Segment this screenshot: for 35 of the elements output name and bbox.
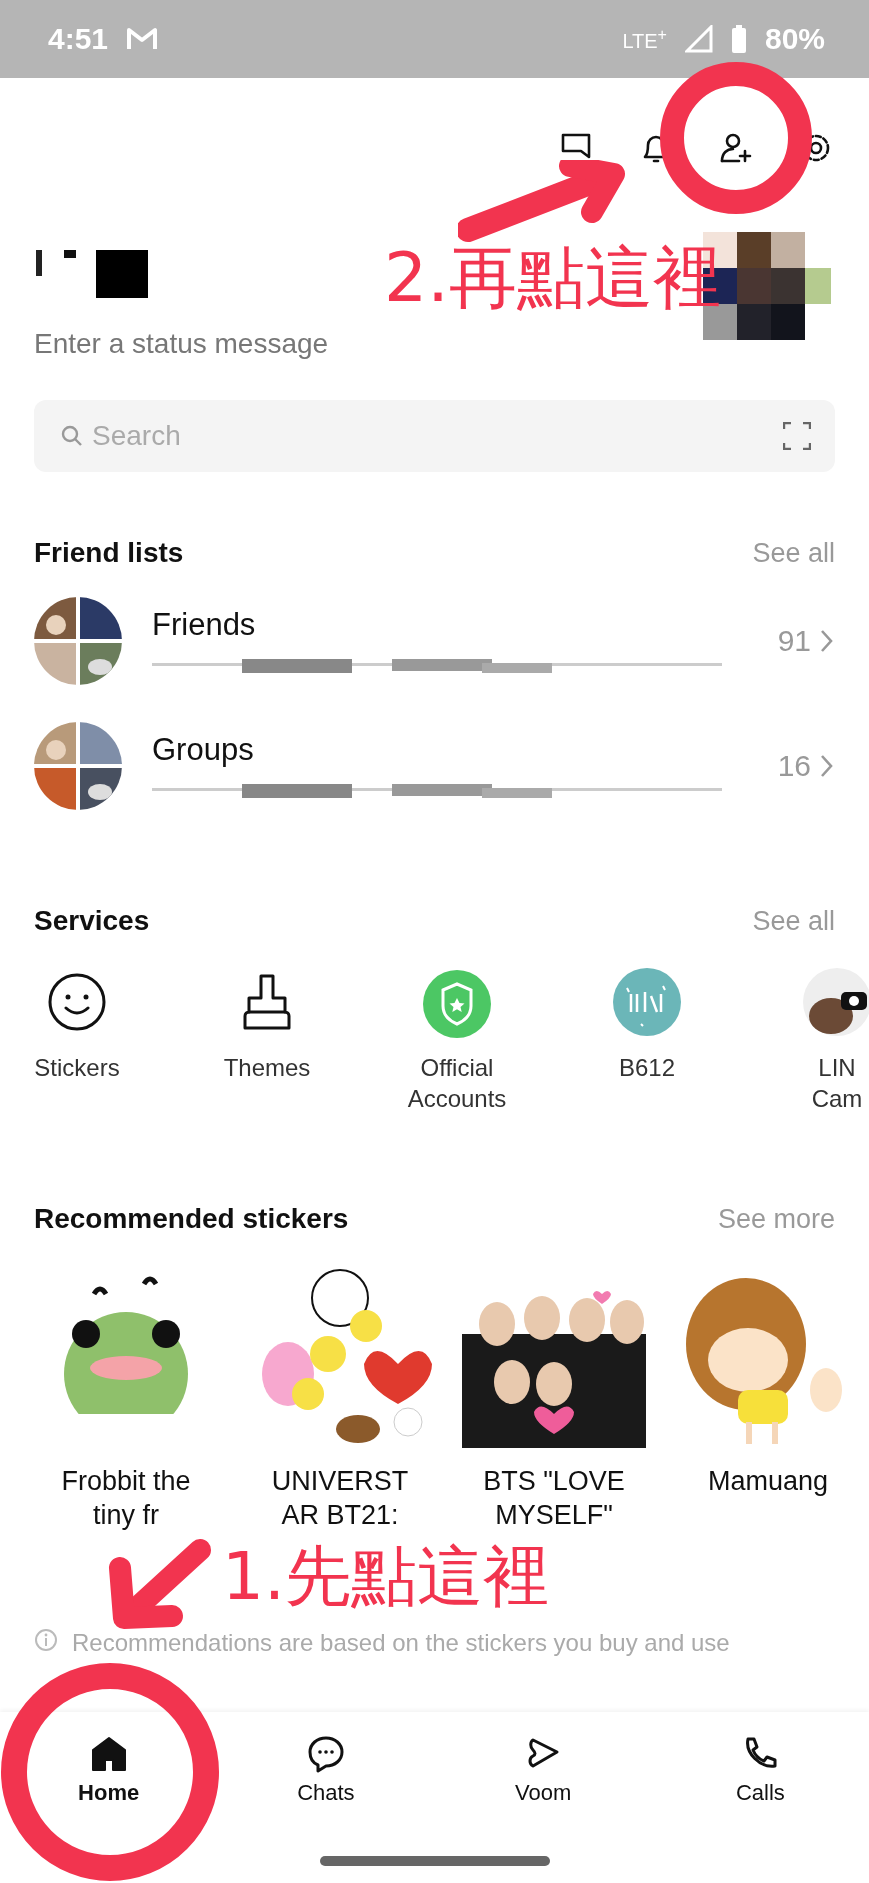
search-icon bbox=[60, 424, 84, 448]
info-note: Recommendations are based on the stickers you buy and use bbox=[72, 1628, 730, 1658]
chevron-icon[interactable] bbox=[819, 753, 835, 778]
annotation-text: 1.先點這裡 bbox=[222, 1544, 549, 1610]
add-friend-icon[interactable] bbox=[719, 131, 753, 165]
service-label[interactable]: Stickers bbox=[34, 1052, 120, 1083]
service-label[interactable]: B612 bbox=[618, 1052, 676, 1083]
sticker-name[interactable]: Frobbit the tiny fr bbox=[61, 1464, 191, 1532]
nav-tab[interactable]: Voom bbox=[434, 1734, 652, 1806]
battery-icon bbox=[730, 25, 747, 53]
network-text: LTE$^{+}$ bbox=[622, 25, 667, 53]
annotation-text: 2.再點這裡 bbox=[384, 244, 721, 312]
list-name[interactable]: Groups bbox=[152, 731, 748, 768]
sticker-name[interactable]: UNIVERST AR BT21: bbox=[271, 1464, 409, 1532]
camera-icon[interactable] bbox=[801, 966, 869, 1038]
section-title: Friend lists bbox=[34, 537, 184, 569]
sticker-name[interactable]: Mamuang bbox=[707, 1464, 829, 1532]
count-text: 91 bbox=[777, 623, 811, 658]
section-title: Services bbox=[34, 905, 150, 937]
nav-tab[interactable]: Calls bbox=[651, 1734, 869, 1806]
list-name[interactable]: Friends bbox=[152, 606, 748, 643]
chevron-icon[interactable] bbox=[819, 628, 835, 653]
battery-text: 80% bbox=[764, 22, 825, 56]
scan-icon[interactable] bbox=[783, 422, 811, 450]
status-message-text[interactable]: Enter a status message bbox=[34, 328, 329, 360]
nav-tab[interactable]: Chats bbox=[217, 1734, 435, 1806]
info-icon bbox=[34, 1628, 58, 1652]
service-label[interactable]: Themes bbox=[223, 1052, 311, 1083]
clock-text: 4:51 bbox=[48, 22, 109, 56]
count-text: 16 bbox=[777, 748, 811, 783]
sticker-name[interactable]: BTS "LOVE MYSELF" bbox=[483, 1464, 625, 1532]
service-label[interactable]: Official Accounts bbox=[407, 1052, 507, 1114]
section-title: Recommended stickers bbox=[34, 1203, 349, 1235]
signal-icon bbox=[684, 25, 713, 53]
service-label[interactable]: LIN Cam bbox=[811, 1052, 863, 1114]
